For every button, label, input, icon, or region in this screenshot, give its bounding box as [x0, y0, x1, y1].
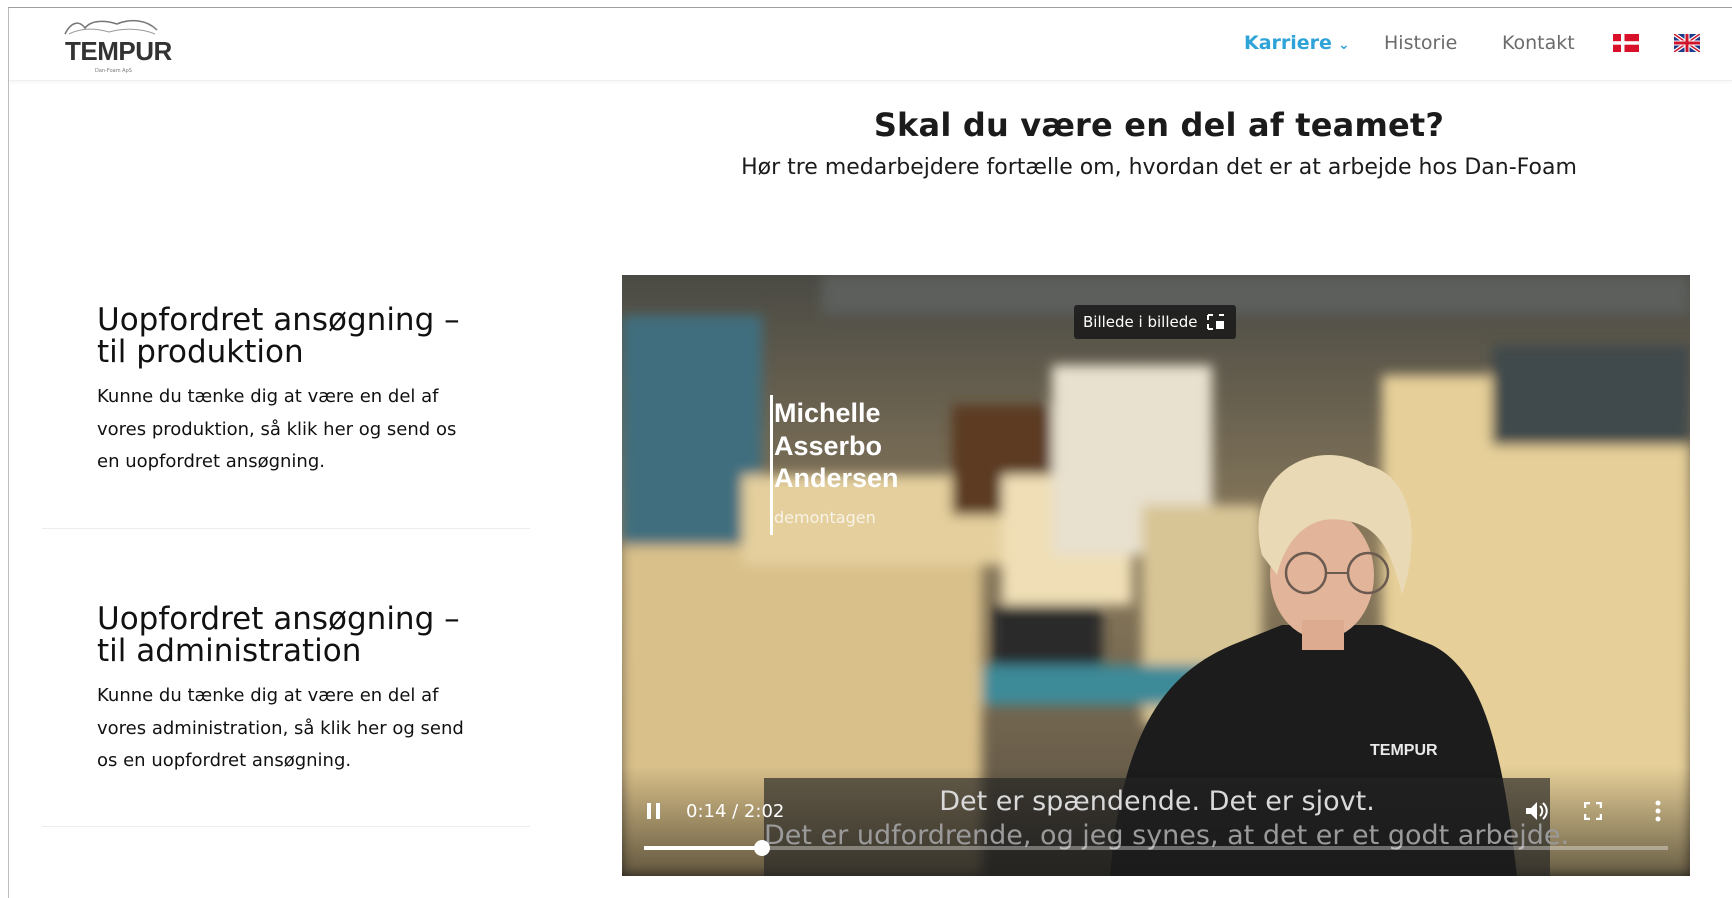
lower-third-bar [770, 395, 773, 535]
picture-in-picture-icon [1207, 314, 1224, 330]
time-display: 0:14 / 2:02 [686, 801, 785, 822]
page-subtitle: Hør tre medarbejdere fortælle om, hvorda… [741, 155, 1577, 180]
window-left-border [8, 8, 9, 898]
card-title-line: Uopfordret ansøgning – [97, 601, 460, 637]
progress-fill [644, 846, 763, 850]
picture-in-picture-button[interactable]: Billede i billede [1074, 305, 1236, 339]
nav-historie[interactable]: Historie [1384, 32, 1457, 56]
tempur-logo[interactable]: TEMPUR Dan-Foam ApS [57, 14, 187, 80]
danish-flag-icon[interactable] [1613, 34, 1639, 52]
card-text-line: Kunne du tænke dig at være en del af [97, 386, 439, 407]
page-title: Skal du være en del af teamet? [873, 106, 1445, 144]
progress-bar[interactable] [644, 840, 1668, 856]
speaker-name-line: Asserbo [774, 430, 883, 461]
nav-kontakt[interactable]: Kontakt [1502, 32, 1575, 56]
volume-icon[interactable] [1524, 800, 1548, 822]
site-header: TEMPUR Dan-Foam ApS Karriere ⌄ Historie K… [9, 8, 1732, 81]
chevron-down-icon: ⌄ [1337, 37, 1350, 53]
card-text-line: vores produktion, så klik her og send os [97, 418, 457, 440]
more-options-icon[interactable] [1654, 799, 1662, 823]
card-title-line: Uopfordret ansøgning – [97, 302, 460, 338]
uk-flag-icon[interactable] [1674, 34, 1700, 52]
nav-karriere[interactable]: Karriere ⌄ [1244, 32, 1350, 56]
card-divider [42, 826, 530, 827]
card-title[interactable]: Uopfordret ansøgning – til administratio… [97, 603, 537, 667]
speaker-name: Michelle Asserbo Andersen [774, 397, 974, 495]
card-title-line: til produktion [97, 334, 304, 370]
card-title-line: til administration [97, 633, 362, 669]
speaker-role: demontagen [774, 508, 876, 527]
logo-subtext: Dan-Foam ApS [95, 68, 132, 74]
card-title[interactable]: Uopfordret ansøgning – til produktion [97, 304, 537, 368]
card-text-line: en uopfordret ansøgning. [97, 451, 325, 472]
caption-line: Det er spændende. Det er sjovt. [939, 786, 1375, 817]
card-divider [42, 528, 530, 529]
fullscreen-icon[interactable] [1584, 802, 1602, 820]
nav-karriere-label: Karriere [1244, 32, 1332, 54]
logo-swoosh-icon [64, 19, 158, 35]
logo-wordmark: TEMPUR [65, 36, 172, 66]
card-description: Kunne du tænke dig at være en del af vor… [97, 381, 497, 479]
card-text-line: Kunne du tænke dig at være en del af [97, 685, 439, 706]
pip-label: Billede i billede [1083, 313, 1198, 331]
shirt-logo: TEMPUR [1370, 742, 1438, 759]
card-description: Kunne du tænke dig at være en del af vor… [97, 680, 497, 778]
card-text-line: os en uopfordret ansøgning. [97, 750, 352, 771]
card-text-line: vores administration, så klik her og sen… [97, 717, 464, 739]
video-player[interactable]: TEMPUR Billede i billede Michelle Asserb… [622, 275, 1690, 876]
captions: Det er spændende. Det er sjovt. Det er u… [764, 778, 1569, 876]
speaker-name-line: Michelle [774, 398, 881, 428]
speaker-name-line: Andersen [774, 463, 899, 493]
pause-icon[interactable] [646, 802, 662, 820]
